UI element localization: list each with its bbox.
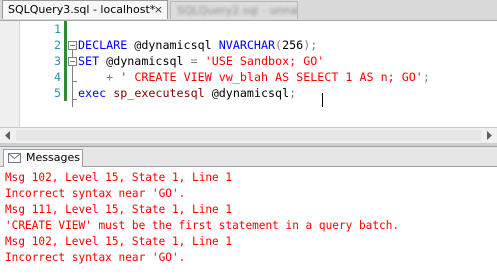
document-tab-strip: SQLQuery3.sql - localhost* × SQLQuery2.s… — [0, 0, 497, 21]
message-line: Incorrect syntax near 'GO'. — [5, 187, 186, 200]
scroll-left-icon[interactable] — [4, 131, 12, 140]
change-indicator — [64, 69, 67, 85]
operator: ); — [303, 38, 318, 52]
text-caret — [322, 93, 323, 107]
keyword: NVARCHAR — [218, 38, 276, 52]
line-number: 1 — [53, 22, 61, 36]
keyword: exec — [78, 86, 107, 100]
messages-icon — [8, 153, 21, 163]
line-number: 3 — [53, 54, 61, 68]
identifier: @dynamicsql — [127, 38, 219, 52]
selection-margin[interactable] — [0, 21, 20, 127]
message-line: Msg 102, Level 15, State 1, Line 1 — [5, 171, 233, 184]
tab-title-blurred: SQLQuery2.sql - unnamed* — [177, 4, 298, 17]
outline-end-tick — [72, 99, 77, 100]
code-line-2[interactable]: DECLARE @dynamicsql NVARCHAR(256); — [78, 37, 317, 53]
message-line: 'CREATE VIEW' must be the first statemen… — [5, 219, 400, 232]
keyword: DECLARE — [78, 38, 128, 52]
identifier: @dynamicsql — [99, 54, 191, 68]
operator: = — [190, 54, 198, 68]
tab-label: Messages — [26, 151, 80, 164]
code-line-4[interactable]: + ' CREATE VIEW vw_blah AS SELECT 1 AS n… — [78, 69, 430, 85]
change-indicator — [64, 37, 67, 53]
operator: ; — [289, 86, 297, 100]
results-tab-strip: Messages — [0, 147, 497, 167]
procedure-name: sp_executesql — [113, 86, 205, 100]
line-number: 5 — [53, 86, 61, 100]
scrollbar-track[interactable] — [16, 130, 481, 141]
collapse-icon[interactable]: − — [68, 57, 77, 66]
tab-sqlquery2[interactable]: SQLQuery2.sql - unnamed* — [170, 1, 298, 19]
string-literal: 'USE Sandbox; GO' — [204, 54, 325, 68]
code-line-5[interactable]: exec sp_executesql @dynamicsql; — [78, 85, 296, 101]
message-line: Msg 111, Level 15, State 1, Line 1 — [5, 203, 233, 216]
string-literal: ' CREATE VIEW vw_blah AS SELECT 1 AS n; … — [120, 70, 423, 84]
tab-title: SQLQuery3.sql - localhost* — [8, 3, 156, 16]
line-number: 4 — [53, 70, 61, 84]
close-icon[interactable]: × — [154, 1, 163, 19]
change-indicator — [64, 85, 67, 101]
scroll-right-icon[interactable] — [485, 131, 493, 140]
tab-messages[interactable]: Messages — [3, 149, 83, 167]
number-literal: 256 — [282, 38, 304, 52]
change-indicator — [64, 21, 67, 37]
message-line: Incorrect syntax near 'GO'. — [5, 251, 186, 264]
outline-end-tick — [72, 81, 77, 82]
message-line: Msg 102, Level 15, State 1, Line 1 — [5, 235, 233, 248]
horizontal-scrollbar[interactable] — [0, 127, 497, 143]
operator: ; — [422, 70, 430, 84]
tab-sqlquery3[interactable]: SQLQuery3.sql - localhost* × — [2, 0, 168, 19]
identifier: @dynamicsql — [204, 86, 290, 100]
line-number: 2 — [53, 38, 61, 52]
collapse-icon[interactable]: − — [68, 41, 77, 50]
code-line-3[interactable]: SET @dynamicsql = 'USE Sandbox; GO' — [78, 53, 324, 69]
keyword: SET — [78, 54, 100, 68]
messages-pane[interactable]: Msg 102, Level 15, State 1, Line 1 Incor… — [0, 168, 497, 278]
query-editor[interactable]: 1 2 3 4 5 − − DECLARE @dynamicsql NVARCH… — [0, 21, 497, 127]
change-indicator — [64, 53, 67, 69]
